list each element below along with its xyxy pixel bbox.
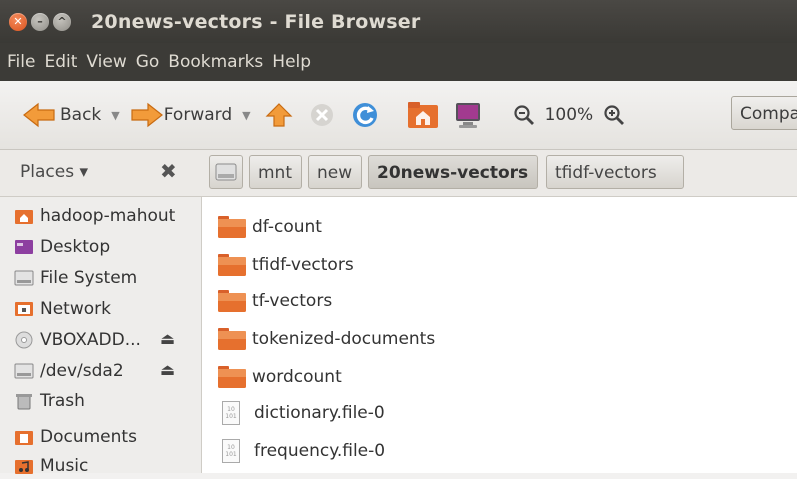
breadcrumb-new[interactable]: new: [308, 155, 362, 189]
music-folder-icon: [14, 457, 34, 475]
breadcrumb-mnt[interactable]: mnt: [249, 155, 302, 189]
places-sidebar: hadoop-mahout Desktop File System Networ…: [0, 197, 202, 476]
list-item[interactable]: df-count: [218, 212, 322, 242]
reload-icon[interactable]: [351, 101, 379, 129]
back-arrow-icon: [22, 102, 56, 128]
menu-bar: File Edit View Go Bookmarks Help: [0, 43, 797, 81]
menu-file[interactable]: File: [7, 52, 35, 72]
places-dropdown[interactable]: Places ▾: [20, 162, 88, 182]
file-name: tokenized-documents: [252, 329, 436, 349]
home-folder-icon[interactable]: [407, 101, 439, 129]
drive-icon: [14, 362, 34, 380]
menu-edit[interactable]: Edit: [44, 52, 77, 72]
menu-bookmarks[interactable]: Bookmarks: [168, 52, 263, 72]
maximize-window-button[interactable]: ^: [53, 12, 71, 31]
documents-folder-icon: [14, 428, 34, 446]
sidebar-item-label: /dev/sda2: [40, 361, 124, 381]
list-item[interactable]: 10 101 dictionary.file-0: [218, 398, 385, 428]
folder-icon: [218, 254, 246, 276]
binary-file-icon: 10 101: [222, 439, 240, 463]
menu-view[interactable]: View: [86, 52, 126, 72]
drive-icon: [14, 269, 34, 287]
sidebar-item-music[interactable]: Music: [14, 453, 88, 479]
file-list: df-count tfidf-vectors tf-vectors tokeni…: [202, 197, 797, 473]
folder-icon: [218, 216, 246, 238]
desktop-icon: [14, 238, 34, 256]
folder-icon: [218, 328, 246, 350]
close-window-button[interactable]: ✕: [9, 12, 27, 31]
menu-go[interactable]: Go: [136, 52, 160, 72]
sidebar-item-dev-sda2[interactable]: /dev/sda2: [14, 358, 124, 384]
forward-button[interactable]: Forward: [130, 102, 232, 128]
network-icon: [14, 300, 34, 318]
title-bar: ✕ – ^ 20news-vectors - File Browser: [0, 0, 797, 43]
list-item[interactable]: wordcount: [218, 362, 342, 392]
sidebar-item-label: Trash: [40, 391, 85, 411]
menu-help[interactable]: Help: [272, 52, 311, 72]
back-label: Back: [60, 105, 102, 125]
sidebar-item-label: hadoop-mahout: [40, 206, 176, 226]
cdrom-icon: [14, 331, 34, 349]
computer-icon[interactable]: [453, 101, 483, 129]
sidebar-item-label: Network: [40, 299, 111, 319]
window-title: 20news-vectors - File Browser: [91, 10, 421, 33]
sidebar-item-label: Documents: [40, 427, 137, 447]
sidebar-item-label: VBOXADD...: [40, 330, 141, 350]
drive-icon: [215, 161, 237, 183]
sidebar-item-hadoop-mahout[interactable]: hadoop-mahout: [14, 203, 175, 229]
location-bar: Places ▾ ✖ mnt new 20news-vectors tfidf-…: [0, 150, 797, 197]
list-item[interactable]: tfidf-vectors: [218, 250, 354, 280]
zoom-in-icon[interactable]: [603, 104, 625, 126]
forward-arrow-icon: [130, 102, 164, 128]
sidebar-item-desktop[interactable]: Desktop: [14, 234, 110, 260]
forward-history-dropdown-icon[interactable]: ▼: [242, 109, 250, 122]
sidebar-item-label: Music: [40, 456, 89, 476]
list-item[interactable]: 10 101 frequency.file-0: [218, 436, 385, 466]
list-item[interactable]: tokenized-documents: [218, 324, 435, 354]
file-name: df-count: [252, 217, 322, 237]
file-name: tfidf-vectors: [252, 255, 354, 275]
back-history-dropdown-icon[interactable]: ▼: [111, 109, 119, 122]
sidebar-item-label: File System: [40, 268, 138, 288]
stop-icon[interactable]: [309, 102, 335, 128]
sidebar-item-file-system[interactable]: File System: [14, 265, 137, 291]
sidebar-item-vboxadditions[interactable]: VBOXADD...: [14, 327, 141, 353]
back-button[interactable]: Back: [22, 102, 101, 128]
file-name: wordcount: [252, 367, 342, 387]
up-arrow-icon[interactable]: [265, 101, 293, 129]
sidebar-item-documents[interactable]: Documents: [14, 424, 137, 450]
zoom-level: 100%: [544, 105, 594, 125]
file-name: tf-vectors: [252, 291, 333, 311]
folder-icon: [218, 366, 246, 388]
sidebar-item-network[interactable]: Network: [14, 296, 111, 322]
toolbar: Back ▼ Forward ▼ 100% Compact: [0, 81, 797, 150]
trash-icon: [14, 392, 34, 410]
zoom-out-icon[interactable]: [513, 104, 535, 126]
list-item[interactable]: tf-vectors: [218, 286, 332, 316]
home-folder-icon: [14, 207, 34, 225]
file-name: frequency.file-0: [254, 441, 386, 461]
breadcrumb-tfidf-vectors[interactable]: tfidf-vectors: [546, 155, 684, 189]
file-name: dictionary.file-0: [254, 403, 385, 423]
breadcrumb-root-drive[interactable]: [209, 155, 243, 189]
view-mode-select[interactable]: Compact: [731, 96, 797, 130]
breadcrumb-20news-vectors[interactable]: 20news-vectors: [368, 155, 538, 189]
binary-file-icon: 10 101: [222, 401, 240, 425]
folder-icon: [218, 290, 246, 312]
eject-icon[interactable]: ⏏: [160, 360, 175, 379]
minimize-window-button[interactable]: –: [31, 12, 49, 31]
eject-icon[interactable]: ⏏: [160, 329, 175, 348]
sidebar-item-label: Desktop: [40, 237, 111, 257]
forward-label: Forward: [163, 105, 233, 125]
sidebar-item-trash[interactable]: Trash: [14, 388, 85, 414]
close-sidebar-icon[interactable]: ✖: [160, 159, 177, 183]
